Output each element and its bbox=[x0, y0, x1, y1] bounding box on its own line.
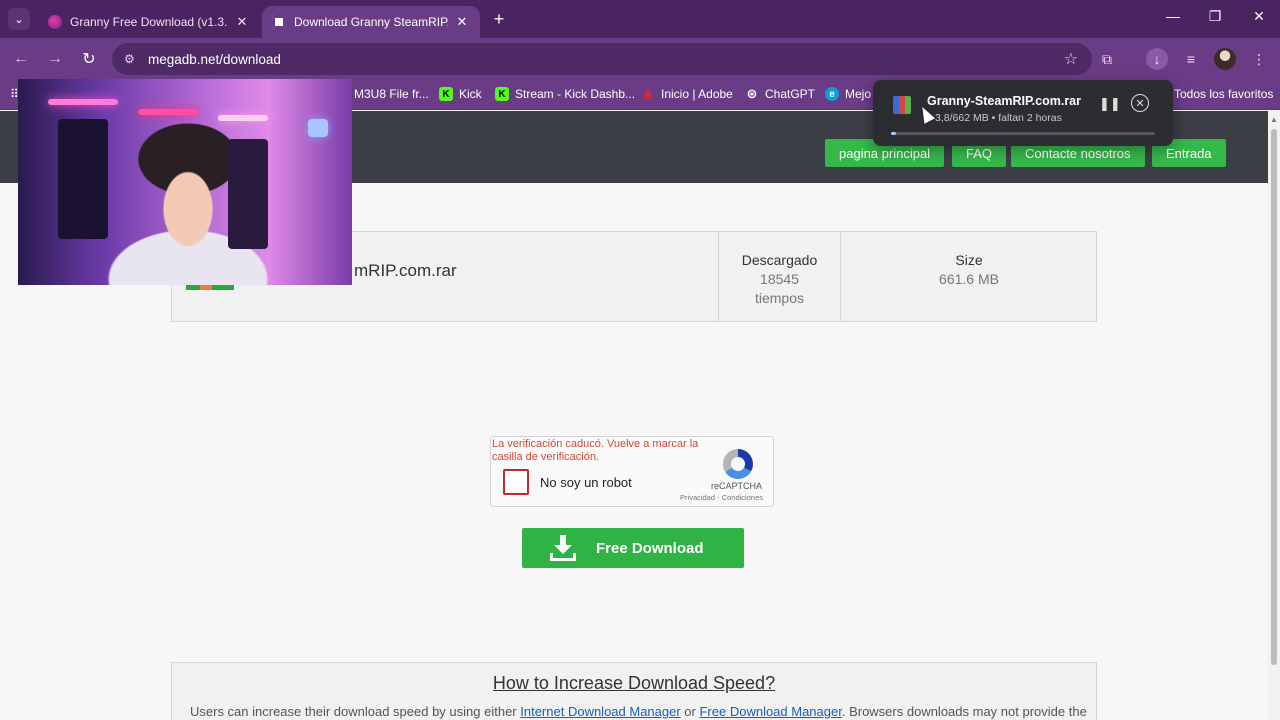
size-column: Size 661.6 MB bbox=[840, 232, 1097, 321]
profile-avatar[interactable] bbox=[1214, 48, 1236, 70]
winrar-file-icon bbox=[893, 96, 911, 114]
adobe-icon: A bbox=[643, 86, 653, 102]
download-filename[interactable]: Granny-SteamRIP.com.rar bbox=[927, 94, 1081, 108]
kick-icon: K bbox=[495, 87, 509, 101]
address-bar[interactable]: ⚙ megadb.net/download ☆ bbox=[112, 43, 1092, 75]
tab-close-icon[interactable]: ✕ bbox=[454, 14, 470, 30]
bookmark-label: Stream - Kick Dashb... bbox=[515, 87, 636, 101]
bookmark-label: Todos los favoritos bbox=[1174, 87, 1274, 101]
scroll-up-icon[interactable]: ▲ bbox=[1270, 115, 1278, 124]
bookmark-label: ChatGPT bbox=[765, 87, 816, 101]
fdm-link[interactable]: Free Download Manager bbox=[699, 704, 841, 719]
steamrip-favicon-icon bbox=[48, 15, 62, 29]
download-speed-panel: How to Increase Download Speed? Users ca… bbox=[171, 662, 1097, 720]
idm-link[interactable]: Internet Download Manager bbox=[520, 704, 680, 719]
size-value: 661.6 MB bbox=[939, 271, 999, 287]
bookmark-label: Mejo bbox=[845, 87, 872, 101]
minimize-icon[interactable]: — bbox=[1158, 8, 1188, 24]
media-controls-icon[interactable]: ≡ bbox=[1180, 48, 1202, 70]
pause-icon[interactable]: ❚❚ bbox=[1099, 96, 1121, 112]
bookmark-label: Inicio | Adobe bbox=[661, 87, 733, 101]
downloaded-unit: tiempos bbox=[754, 290, 805, 306]
bookmark-label: Kick bbox=[459, 87, 482, 101]
tab-title: Download Granny SteamRIP.com.rar bbox=[294, 15, 448, 29]
download-progress-fill bbox=[891, 132, 897, 135]
tab-bar: ⌄ Granny Free Download (v1.3.1) ✕ Downlo… bbox=[0, 0, 1280, 38]
download-progress-track bbox=[891, 132, 1155, 135]
speed-text: Users can increase their download speed … bbox=[190, 704, 521, 719]
webcam-overlay bbox=[18, 79, 352, 285]
forward-icon[interactable]: → bbox=[44, 48, 66, 70]
bookmark-chatgpt[interactable]: ⊛ ChatGPT bbox=[745, 86, 816, 101]
site-info-icon[interactable]: ⚙ bbox=[124, 52, 142, 66]
free-download-button[interactable]: Free Download bbox=[522, 528, 744, 568]
bookmark-all-favorites[interactable]: Todos los favoritos bbox=[1174, 87, 1273, 101]
size-label: Size bbox=[955, 252, 983, 268]
url-text: megadb.net/download bbox=[148, 51, 281, 67]
recaptcha-logo-icon bbox=[723, 449, 753, 479]
back-icon[interactable]: ← bbox=[10, 48, 32, 70]
maximize-icon[interactable]: ❐ bbox=[1200, 8, 1230, 25]
browser-toolbar: ← → ↻ ⚙ megadb.net/download ☆ ⧉ ↓ ≡ ⋮ bbox=[0, 38, 1280, 80]
downloaded-count: 18545 bbox=[760, 271, 799, 287]
free-download-label: Free Download bbox=[596, 539, 704, 557]
cancel-download-icon[interactable]: ✕ bbox=[1131, 94, 1149, 112]
captcha-label: No soy un robot bbox=[540, 475, 632, 490]
window-close-icon[interactable]: ✕ bbox=[1244, 8, 1274, 25]
download-arrow-icon bbox=[550, 535, 576, 561]
new-tab-icon[interactable]: + bbox=[489, 9, 509, 30]
speed-text: . Browsers downloads may not provide the bbox=[841, 704, 1087, 719]
bookmark-kick[interactable]: K Kick bbox=[439, 87, 482, 101]
bookmark-m3u8[interactable]: M3U8 File fr... bbox=[354, 87, 429, 101]
downloaded-label: Descargado bbox=[741, 252, 818, 268]
tab-download-granny[interactable]: Download Granny SteamRIP.com.rar ✕ bbox=[262, 6, 480, 38]
speed-paragraph: Users can increase their download speed … bbox=[190, 704, 1087, 719]
page-scrollbar[interactable]: ▲ bbox=[1268, 111, 1280, 720]
kick-icon: K bbox=[439, 87, 453, 101]
menu-kebab-icon[interactable]: ⋮ bbox=[1248, 48, 1270, 70]
file-name-text: mRIP.com.rar bbox=[354, 261, 457, 280]
extensions-icon[interactable]: ⧉ bbox=[1096, 48, 1118, 70]
recaptcha-brand: reCAPTCHA bbox=[710, 481, 762, 491]
reload-icon[interactable]: ↻ bbox=[78, 48, 100, 70]
speed-text: or bbox=[680, 704, 700, 719]
recaptcha-links[interactable]: Privacidad - Condiciones bbox=[680, 493, 763, 502]
bookmark-kick-dashboard[interactable]: K Stream - Kick Dashb... bbox=[495, 87, 635, 101]
edge-icon: e bbox=[825, 87, 839, 101]
download-status: 3,8/662 MB • faltan 2 horas bbox=[935, 112, 1062, 124]
captcha-checkbox[interactable] bbox=[503, 469, 529, 495]
scrollbar-thumb[interactable] bbox=[1271, 129, 1277, 665]
tab-title: Granny Free Download (v1.3.1) bbox=[70, 15, 228, 29]
recaptcha-widget: La verificación caducó. Vuelve a marcar … bbox=[490, 436, 774, 507]
chatgpt-icon: ⊛ bbox=[746, 86, 758, 101]
tab-close-icon[interactable]: ✕ bbox=[234, 14, 250, 30]
bookmark-star-icon[interactable]: ☆ bbox=[1064, 49, 1078, 69]
tab-search-chevron-icon[interactable]: ⌄ bbox=[8, 8, 30, 30]
bookmark-adobe[interactable]: A Inicio | Adobe bbox=[641, 86, 733, 102]
megadb-favicon-icon bbox=[272, 15, 286, 29]
bookmark-label: M3U8 File fr... bbox=[354, 87, 429, 101]
page-progress-indicator bbox=[186, 285, 234, 290]
downloads-icon[interactable]: ↓ bbox=[1146, 48, 1168, 70]
speed-heading[interactable]: How to Increase Download Speed? bbox=[172, 673, 1096, 694]
downloaded-column: Descargado 18545 tiempos bbox=[718, 232, 840, 321]
captcha-error-message: La verificación caducó. Vuelve a marcar … bbox=[492, 438, 699, 463]
bookmark-mejo[interactable]: e Mejo bbox=[825, 87, 871, 101]
tab-granny-free-download[interactable]: Granny Free Download (v1.3.1) ✕ bbox=[38, 6, 260, 38]
